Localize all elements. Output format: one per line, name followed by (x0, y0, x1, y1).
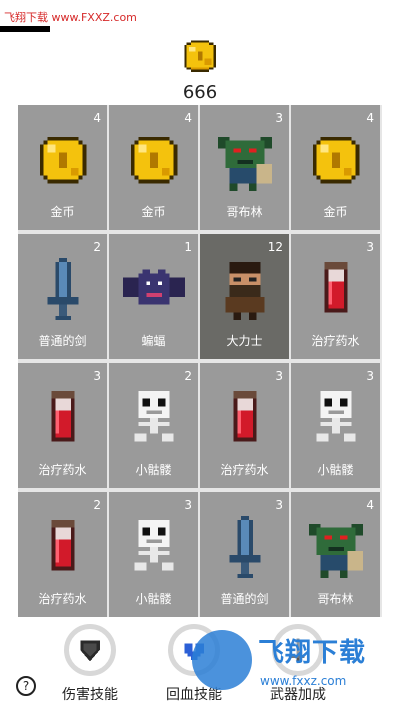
card-name: 哥布林 (226, 205, 263, 219)
card-name: 金币 (50, 205, 75, 219)
card-skeleton[interactable]: 2 小骷髅 (109, 363, 198, 488)
card-count: 3 (366, 369, 374, 383)
skill-damage-button[interactable]: 伤害技能 (50, 620, 130, 710)
sword-icon (214, 516, 276, 578)
card-goblin[interactable]: 4 哥布林 (291, 492, 380, 617)
card-name: 哥布林 (317, 592, 354, 606)
card-gold-coin[interactable]: 4 金币 (291, 105, 380, 230)
sword-icon (32, 258, 94, 320)
card-count: 4 (184, 111, 192, 125)
hero-icon (214, 258, 276, 320)
card-goblin[interactable]: 3 哥布林 (200, 105, 289, 230)
card-gold-coin[interactable]: 4 金币 (109, 105, 198, 230)
card-name: 治疗药水 (38, 592, 87, 606)
card-count: 3 (275, 369, 283, 383)
card-name: 小骷髅 (135, 592, 172, 606)
card-name: 蝙蝠 (141, 334, 166, 348)
card-potion[interactable]: 3 治疗药水 (200, 363, 289, 488)
help-button[interactable]: ? (16, 676, 36, 696)
card-count: 2 (93, 498, 101, 512)
potion-icon (32, 516, 94, 578)
card-name: 治疗药水 (38, 463, 87, 477)
card-name: 治疗药水 (311, 334, 360, 348)
potion-icon (305, 258, 367, 320)
gold-coin-icon (32, 129, 94, 191)
watermark-bottom: 飞翔下载 www.fxxz.com (192, 626, 392, 700)
card-potion[interactable]: 2 治疗药水 (18, 492, 107, 617)
card-count: 4 (93, 111, 101, 125)
card-potion[interactable]: 3 治疗药水 (291, 234, 380, 359)
card-name: 大力士 (226, 334, 263, 348)
card-count: 4 (366, 498, 374, 512)
goblin-icon (305, 516, 367, 578)
goblin-icon (214, 129, 276, 191)
skeleton-icon (123, 387, 185, 449)
potion-icon (32, 387, 94, 449)
card-count: 3 (366, 240, 374, 254)
bat-icon (123, 258, 185, 320)
card-count: 3 (184, 498, 192, 512)
card-count: 3 (275, 111, 283, 125)
gold-coin-icon (305, 129, 367, 191)
card-sword[interactable]: 3 普通的剑 (200, 492, 289, 617)
gold-coin-icon (182, 38, 218, 74)
card-count: 2 (184, 369, 192, 383)
shield-icon (64, 624, 116, 676)
card-sword[interactable]: 2 普通的剑 (18, 234, 107, 359)
card-bat[interactable]: 1 蝙蝠 (109, 234, 198, 359)
card-count: 2 (93, 240, 101, 254)
card-count: 3 (93, 369, 101, 383)
watermark-top: 飞翔下载 www.FXXZ.com (0, 0, 150, 32)
card-name: 金币 (141, 205, 166, 219)
card-potion[interactable]: 3 治疗药水 (18, 363, 107, 488)
card-name: 小骷髅 (317, 463, 354, 477)
skill-damage-label: 伤害技能 (62, 687, 118, 703)
skeleton-icon (123, 516, 185, 578)
card-grid: 4 金币 4 金币 3 哥布林 4 金币 2 普通的剑 1 蝙蝠 12 大力士 … (18, 105, 382, 617)
card-gold-coin[interactable]: 4 金币 (18, 105, 107, 230)
card-hero[interactable]: 12 大力士 (200, 234, 289, 359)
watermark-url: www.fxxz.com (260, 674, 347, 688)
card-name: 金币 (323, 205, 348, 219)
watermark-text: 飞翔下载 www.FXXZ.com (4, 11, 137, 24)
card-skeleton[interactable]: 3 小骷髅 (291, 363, 380, 488)
watermark-bar (0, 26, 50, 32)
card-count: 3 (275, 498, 283, 512)
gold-amount: 666 (182, 82, 218, 103)
gold-coin-icon (123, 129, 185, 191)
card-name: 普通的剑 (38, 334, 87, 348)
card-count: 4 (366, 111, 374, 125)
card-name: 普通的剑 (220, 592, 269, 606)
card-count: 1 (184, 240, 192, 254)
watermark-title: 飞翔下载 (258, 638, 367, 668)
card-skeleton[interactable]: 3 小骷髅 (109, 492, 198, 617)
skeleton-icon (305, 387, 367, 449)
watermark-logo-icon (192, 630, 252, 690)
card-name: 治疗药水 (220, 463, 269, 477)
card-count: 12 (267, 240, 283, 254)
card-name: 小骷髅 (135, 463, 172, 477)
potion-icon (214, 387, 276, 449)
